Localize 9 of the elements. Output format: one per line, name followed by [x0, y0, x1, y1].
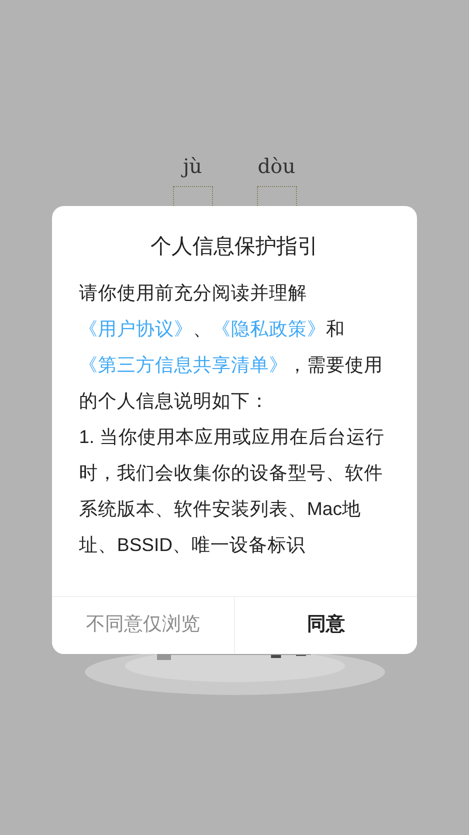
policy-link[interactable]: 《第三方信息共享清单》 — [79, 354, 288, 375]
agree-button[interactable]: 同意 — [234, 597, 417, 654]
pinyin-text: jù — [182, 153, 202, 180]
body-text: 请你使用前充分阅读并理解 《用户协议》、《隐私政策》和 《第三方信息共享清单》，需要使用的个人信息说明如下： — [79, 281, 384, 413]
policy-link[interactable]: 《隐私政策》 — [212, 318, 326, 339]
policy-link[interactable]: 《用户协议》 — [79, 318, 193, 339]
pinyin-text: dòu — [258, 153, 296, 180]
dialog-title: 个人信息保护指引 — [150, 234, 320, 260]
body-text: 1. 当你使用本应用或应用在后台运行时，我们会收集你的设备型号、软件系统版本、软件安装列表、Mac地址、BSSID、唯一设备标识 — [79, 425, 386, 557]
